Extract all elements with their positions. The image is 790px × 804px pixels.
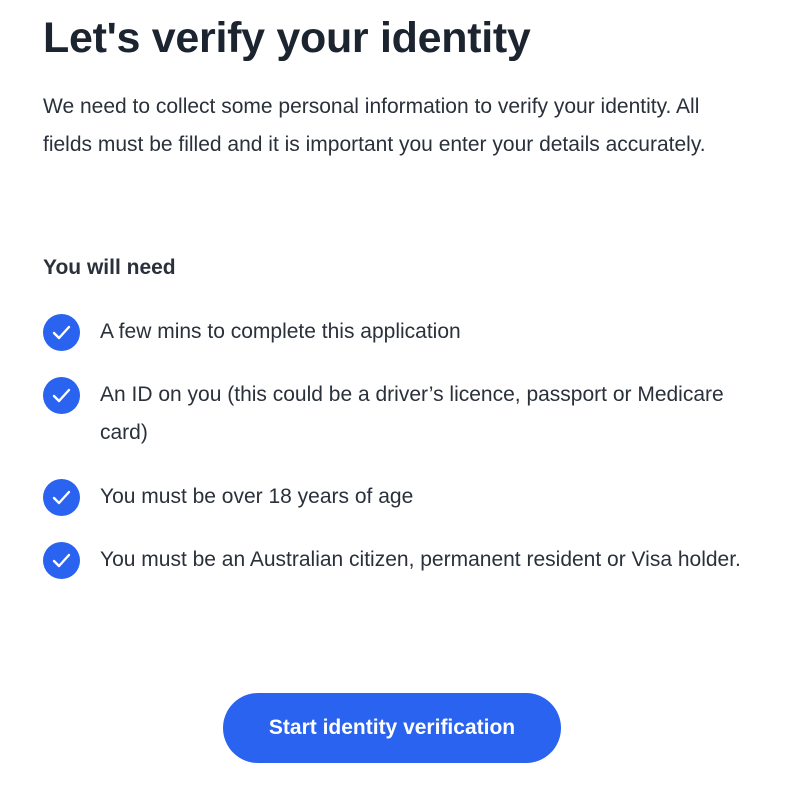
start-verification-button[interactable]: Start identity verification (223, 693, 561, 763)
requirements-heading: You will need (43, 256, 176, 279)
requirement-text: You must be an Australian citizen, perma… (100, 548, 741, 571)
intro-paragraph: We need to collect some personal informa… (43, 95, 706, 156)
requirement-text: You must be over 18 years of age (100, 485, 414, 508)
requirement-text: A few mins to complete this application (100, 320, 461, 343)
check-circle-icon (43, 314, 80, 351)
check-circle-icon (43, 542, 80, 579)
check-circle-icon (43, 377, 80, 414)
check-circle-icon (43, 479, 80, 516)
requirement-text: An ID on you (this could be a driver’s l… (100, 383, 724, 444)
page-title: Let's verify your identity (43, 14, 531, 62)
